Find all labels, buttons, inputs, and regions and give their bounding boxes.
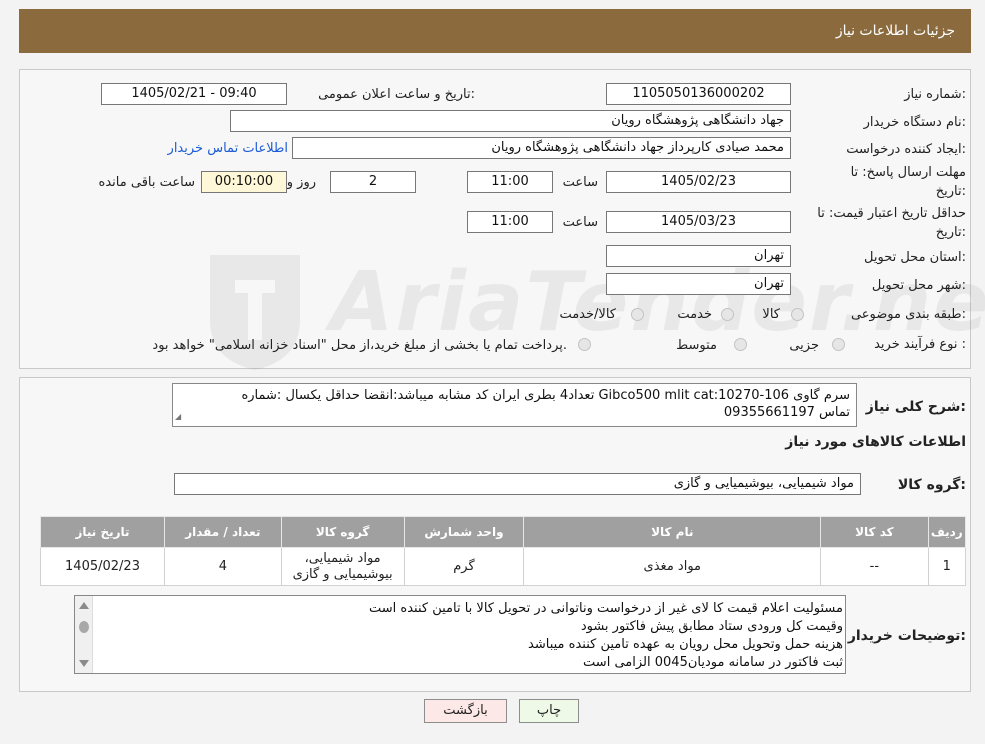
- summary-label: شرح کلی نیاز:: [865, 399, 966, 415]
- notes-line-3: هزینه حمل وتحویل محل رویان به عهده تامین…: [528, 637, 843, 652]
- notes-line-1: مسئولیت اعلام قیمت کا لای غیر از درخواست…: [369, 601, 843, 616]
- page-title: جزئیات اطلاعات نیاز: [835, 23, 955, 39]
- creator-field: محمد صیادی کارپرداز جهاد دانشگاهی پژوهشگ…: [292, 137, 791, 159]
- scroll-up-icon[interactable]: [79, 602, 89, 609]
- table-header-row: ردیف کد کالا نام کالا واحد شمارش گروه کا…: [40, 516, 966, 548]
- notes-scrollbar[interactable]: [75, 596, 93, 673]
- need-number-label: شماره نیاز:: [904, 87, 966, 102]
- validity-label-date: تاریخ:: [935, 225, 966, 240]
- notes-label: توضیحات خریدار:: [847, 628, 966, 644]
- col-code: کد کالا: [820, 516, 929, 548]
- category-service-label: خدمت: [677, 307, 712, 322]
- resize-grip-icon[interactable]: ◢: [175, 408, 181, 425]
- process-medium-label: متوسط: [676, 338, 717, 353]
- category-both-label: کالا/خدمت: [559, 307, 616, 322]
- category-both-radio[interactable]: [631, 308, 644, 321]
- deadline-time-field: 11:00: [467, 171, 553, 193]
- creator-label: ایجاد کننده درخواست:: [846, 142, 966, 157]
- validity-time-label: ساعت: [562, 215, 598, 230]
- col-name: نام کالا: [523, 516, 822, 548]
- cell-group-line-2: بیوشیمیایی و گازی: [292, 566, 393, 582]
- summary-line-1: سرم گاوی Gibco500 mlit cat:10270-106 تعد…: [241, 388, 850, 403]
- treasury-note: پرداخت تمام یا بخشی از مبلغ خرید،از محل …: [152, 338, 567, 353]
- deadline-label-date: تاریخ:: [935, 184, 966, 199]
- deadline-time-label: ساعت: [562, 175, 598, 190]
- summary-textarea[interactable]: سرم گاوی Gibco500 mlit cat:10270-106 تعد…: [172, 383, 857, 427]
- deadline-date-field: 1405/02/23: [606, 171, 791, 193]
- cell-row: 1: [927, 547, 966, 586]
- summary-line-2: تماس 09355661197: [723, 405, 850, 420]
- category-label: طبقه بندی موضوعی:: [850, 307, 966, 322]
- process-medium-radio[interactable]: [734, 338, 747, 351]
- goods-info-title: اطلاعات کالاهای مورد نیاز: [785, 434, 966, 450]
- category-goods-label: کالا: [762, 307, 780, 322]
- validity-time-field: 11:00: [467, 211, 553, 233]
- process-label: نوع فرآیند خرید :: [874, 337, 966, 352]
- scroll-thumb[interactable]: [79, 621, 89, 633]
- col-qty: تعداد / مقدار: [164, 516, 282, 548]
- buyer-org-field: جهاد دانشگاهی پژوهشگاه رویان: [230, 110, 791, 132]
- remaining-label: ساعت باقی مانده: [98, 175, 195, 190]
- province-field: تهران: [606, 245, 791, 267]
- cell-code: --: [820, 547, 929, 586]
- scroll-down-icon[interactable]: [79, 660, 89, 667]
- process-minor-radio[interactable]: [832, 338, 845, 351]
- col-group: گروه کالا: [280, 516, 405, 548]
- category-goods-radio[interactable]: [791, 308, 804, 321]
- province-label: استان محل تحویل:: [864, 250, 966, 265]
- goods-group-field: مواد شیمیایی، بیوشیمیایی و گازی: [174, 473, 861, 495]
- col-row: ردیف: [927, 516, 966, 548]
- announce-field: 1405/02/21 - 09:40: [101, 83, 287, 105]
- table-row: 1 -- مواد مغذی گرم مواد شیمیایی، بیوشیمی…: [40, 547, 966, 586]
- goods-group-label: گروه کالا:: [897, 477, 966, 493]
- goods-table: ردیف کد کالا نام کالا واحد شمارش گروه کا…: [40, 516, 966, 586]
- category-service-radio[interactable]: [721, 308, 734, 321]
- buyer-org-label: نام دستگاه خریدار:: [863, 115, 966, 130]
- treasury-check[interactable]: [578, 338, 591, 351]
- col-unit: واحد شمارش: [403, 516, 525, 548]
- validity-label: حداقل تاریخ اعتبار قیمت: تا: [817, 206, 966, 221]
- cell-group: مواد شیمیایی، بیوشیمیایی و گازی: [280, 547, 405, 586]
- notes-line-2: وقیمت کل ورودی ستاد مطابق پیش فاکتور بشو…: [580, 619, 843, 634]
- validity-date-field: 1405/03/23: [606, 211, 791, 233]
- city-label: شهر محل تحویل:: [871, 278, 966, 293]
- days-label: روز و: [286, 175, 316, 190]
- print-button[interactable]: چاپ: [519, 699, 579, 723]
- notes-line-4: ثبت فاکتور در سامانه مودیان0045 الزامی ا…: [583, 655, 843, 670]
- back-button[interactable]: بازگشت: [424, 699, 507, 723]
- buyer-notes-textarea[interactable]: مسئولیت اعلام قیمت کا لای غیر از درخواست…: [74, 595, 846, 674]
- col-date: تاریخ نیاز: [40, 516, 165, 548]
- need-number-field: 1105050136000202: [606, 83, 791, 105]
- cell-unit: گرم: [403, 547, 525, 586]
- page-header: جزئیات اطلاعات نیاز: [19, 9, 971, 53]
- remaining-time-field: 00:10:00: [201, 171, 287, 193]
- process-minor-label: جزیی: [789, 338, 819, 353]
- deadline-label: مهلت ارسال پاسخ: تا: [850, 165, 966, 180]
- cell-name: مواد مغذی: [523, 547, 822, 586]
- cell-group-line-1: مواد شیمیایی،: [304, 550, 381, 566]
- city-field: تهران: [606, 273, 791, 295]
- days-field: 2: [330, 171, 416, 193]
- announce-label: تاریخ و ساعت اعلان عمومی:: [318, 87, 475, 102]
- cell-qty: 4: [164, 547, 282, 586]
- cell-date: 1405/02/23: [40, 547, 165, 586]
- buyer-contact-link[interactable]: اطلاعات تماس خریدار: [168, 141, 288, 156]
